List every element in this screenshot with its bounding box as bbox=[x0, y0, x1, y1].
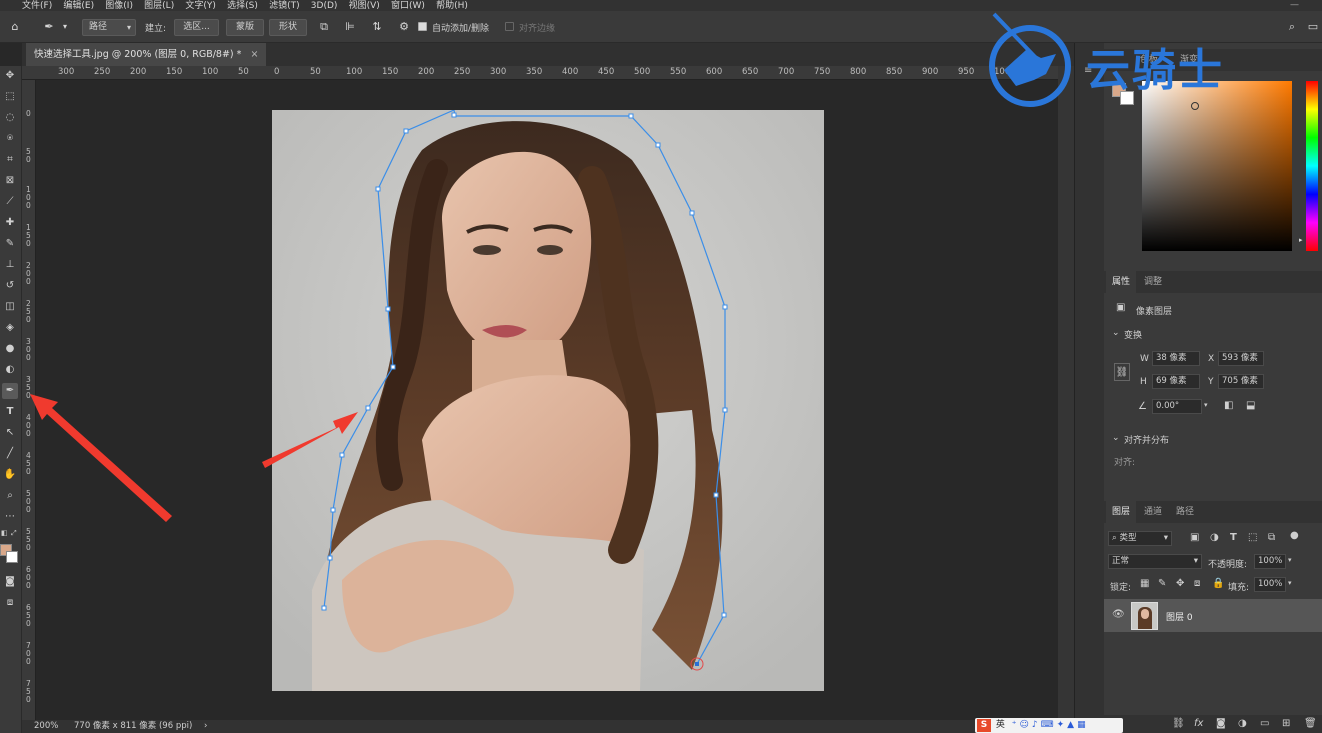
transform-title: 变换 bbox=[1124, 331, 1143, 341]
filter-adjustment-icon[interactable]: ◑ bbox=[1210, 532, 1219, 543]
h-label: H bbox=[1140, 377, 1147, 387]
blend-mode-select[interactable]: 正常 ▾ bbox=[1108, 554, 1202, 569]
link-layers-icon[interactable]: ⛓ bbox=[1172, 718, 1185, 729]
new-group-icon[interactable]: ▭ bbox=[1260, 718, 1269, 729]
lock-image-icon[interactable]: ✎ bbox=[1158, 578, 1166, 589]
tab-channels[interactable]: 通道 bbox=[1138, 501, 1168, 523]
hue-slider[interactable] bbox=[1306, 81, 1318, 251]
filter-smart-object-icon[interactable]: ⧉ bbox=[1268, 532, 1275, 543]
layer-thumbnail bbox=[1131, 602, 1158, 630]
filter-pixel-icon[interactable]: ▣ bbox=[1190, 532, 1199, 543]
fill-field[interactable]: 100% bbox=[1254, 577, 1286, 592]
layer-type-label: 像素图层 bbox=[1136, 307, 1173, 317]
layer-filter-value: 类型 bbox=[1119, 533, 1137, 543]
search-icon: ⌕ bbox=[1112, 533, 1117, 543]
fill-label: 填充: bbox=[1228, 583, 1250, 593]
x-label: X bbox=[1208, 354, 1215, 364]
panel-dock: ≡ bbox=[1074, 43, 1104, 733]
chevron-down-icon[interactable]: ▾ bbox=[1288, 579, 1292, 587]
new-layer-icon[interactable]: ⊞ bbox=[1282, 718, 1290, 729]
properties-tabs: 属性 调整 bbox=[1104, 271, 1322, 293]
blend-mode-value: 正常 bbox=[1112, 556, 1130, 566]
add-mask-icon[interactable]: ◙ bbox=[1216, 718, 1226, 729]
filter-shape-icon[interactable]: ⬚ bbox=[1248, 532, 1257, 543]
flip-horizontal-icon[interactable]: ◧ bbox=[1224, 400, 1233, 411]
lock-label: 锁定: bbox=[1110, 583, 1132, 593]
opacity-field[interactable]: 100% bbox=[1254, 554, 1286, 569]
chevron-down-icon[interactable]: ▾ bbox=[1204, 401, 1208, 409]
ime-toolbar[interactable]: S 英 ⁺☺♪⌨✦▲▦ bbox=[975, 718, 1123, 733]
document-info: 770 像素 x 811 像素 (96 ppi) bbox=[74, 721, 193, 731]
right-panels: 色板 渐变 ▸ 属性 调整 ▣ 像素图层 ⌄ 变换 ⛓ W 38 像素 X 59… bbox=[1104, 43, 1322, 733]
filter-toggle-icon[interactable]: ● bbox=[1290, 530, 1299, 541]
layer-filter-select[interactable]: ⌕ 类型 ▾ bbox=[1108, 531, 1172, 546]
lock-all-icon[interactable]: 🔒 bbox=[1212, 578, 1224, 589]
logo-text: 云骑士 bbox=[1086, 45, 1224, 96]
canvas-vertical-scrollbar[interactable] bbox=[1058, 66, 1074, 720]
angle-field[interactable]: 0.00° bbox=[1152, 399, 1202, 414]
ime-logo-icon: S bbox=[977, 719, 991, 732]
watermark-logo: 云骑士 bbox=[986, 10, 1286, 108]
angle-icon: ∠ bbox=[1138, 401, 1147, 412]
status-bar: 200% 770 像素 x 811 像素 (96 ppi) › bbox=[22, 720, 1074, 733]
chevron-down-icon[interactable]: ⌄ bbox=[1112, 433, 1120, 443]
knight-logo-icon bbox=[989, 12, 1071, 107]
tab-layers[interactable]: 图层 bbox=[1106, 501, 1137, 523]
filter-type-icon[interactable]: T bbox=[1230, 532, 1237, 543]
layer-row[interactable]: 👁 图层 0 bbox=[1104, 599, 1322, 632]
align-label: 对齐: bbox=[1114, 458, 1136, 468]
arrow-to-path bbox=[262, 412, 358, 468]
lock-transparent-icon[interactable]: ▦ bbox=[1140, 578, 1149, 589]
flip-vertical-icon[interactable]: ⬓ bbox=[1246, 400, 1255, 411]
chevron-down-icon[interactable]: ▾ bbox=[1288, 556, 1292, 564]
lock-artboard-icon[interactable]: ⧈ bbox=[1194, 578, 1200, 589]
pixel-layer-icon: ▣ bbox=[1116, 302, 1126, 313]
arrow-to-pen-tool bbox=[30, 394, 172, 522]
hue-slider-handle[interactable]: ▸ bbox=[1299, 236, 1303, 244]
lock-position-icon[interactable]: ✥ bbox=[1176, 578, 1184, 589]
ime-mode[interactable]: 英 bbox=[996, 720, 1005, 730]
chevron-down-icon: ▾ bbox=[1163, 533, 1168, 543]
delete-layer-icon[interactable]: 🗑 bbox=[1304, 718, 1317, 729]
ime-tools-icons[interactable]: ⁺☺♪⌨✦▲▦ bbox=[1012, 720, 1089, 730]
opacity-label: 不透明度: bbox=[1208, 560, 1248, 570]
eye-icon[interactable]: 👁 bbox=[1112, 609, 1125, 620]
layer-name: 图层 0 bbox=[1166, 613, 1193, 623]
x-field[interactable]: 593 像素 bbox=[1218, 351, 1264, 366]
w-label: W bbox=[1140, 354, 1149, 364]
zoom-level[interactable]: 200% bbox=[34, 720, 58, 733]
tab-adjustments[interactable]: 调整 bbox=[1138, 271, 1168, 293]
chevron-down-icon[interactable]: ⌄ bbox=[1112, 328, 1120, 338]
adjustment-layer-icon[interactable]: ◑ bbox=[1238, 718, 1247, 729]
tab-properties[interactable]: 属性 bbox=[1106, 271, 1137, 293]
height-field[interactable]: 69 像素 bbox=[1152, 374, 1200, 389]
link-icon[interactable]: ⛓ bbox=[1114, 363, 1130, 381]
width-field[interactable]: 38 像素 bbox=[1152, 351, 1200, 366]
layers-tabs: 图层 通道 路径 bbox=[1104, 501, 1322, 523]
chevron-down-icon: ▾ bbox=[1193, 556, 1198, 566]
layer-style-icon[interactable]: fx bbox=[1194, 718, 1203, 729]
tab-paths[interactable]: 路径 bbox=[1170, 501, 1200, 523]
y-label: Y bbox=[1208, 377, 1214, 387]
align-distribute-title: 对齐并分布 bbox=[1124, 436, 1170, 446]
chevron-right-icon[interactable]: › bbox=[204, 720, 207, 733]
layers-bottom-toolbar: ⛓ fx ◙ ◑ ▭ ⊞ 🗑 bbox=[1104, 715, 1322, 733]
y-field[interactable]: 705 像素 bbox=[1218, 374, 1264, 389]
